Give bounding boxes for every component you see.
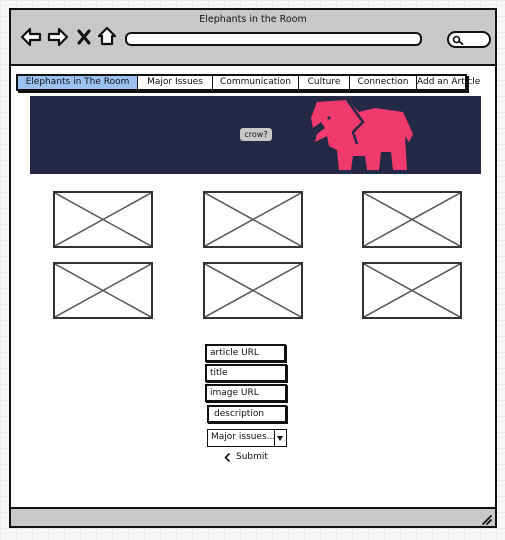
tab-culture[interactable]: Culture	[299, 76, 350, 89]
title-bar: Elephants in the Room	[11, 10, 495, 66]
article-thumbnail[interactable]	[53, 262, 153, 319]
browser-window: Elephants in the Room Elephants in The R…	[9, 8, 497, 528]
hero-badge: crow?	[240, 128, 272, 141]
category-select-value[interactable]: Major issues...	[207, 429, 275, 447]
resize-handle-icon[interactable]	[480, 513, 492, 525]
close-icon[interactable]	[77, 29, 91, 49]
elephant-logo-icon	[311, 99, 413, 170]
hero-banner: crow?	[30, 96, 481, 174]
home-icon[interactable]	[97, 26, 117, 50]
address-bar[interactable]	[125, 32, 422, 46]
search-icon	[452, 35, 464, 45]
submit-button[interactable]: Submit	[224, 451, 268, 463]
tab-connection[interactable]: Connection	[350, 76, 417, 89]
back-arrow-icon[interactable]	[20, 27, 42, 51]
article-thumbnail[interactable]	[203, 191, 303, 248]
title-field[interactable]: title	[205, 364, 287, 382]
submit-label: Submit	[236, 452, 268, 462]
article-thumbnail[interactable]	[362, 191, 462, 248]
tab-communication[interactable]: Communication	[213, 76, 299, 89]
chevron-down-icon[interactable]	[274, 429, 287, 447]
tab-major-issues[interactable]: Major Issues	[138, 76, 213, 89]
tab-elephants-in-the-room[interactable]: Elephants in The Room	[18, 76, 138, 89]
article-thumbnail[interactable]	[53, 191, 153, 248]
article-thumbnail[interactable]	[362, 262, 462, 319]
window-title: Elephants in the Room	[199, 14, 307, 25]
image-url-field[interactable]: image URL	[205, 384, 287, 402]
search-field[interactable]	[447, 31, 491, 48]
chevron-left-icon	[224, 452, 230, 462]
article-thumbnail[interactable]	[203, 262, 303, 319]
nav-tabs: Elephants in The Room Major Issues Commu…	[16, 74, 480, 91]
article-url-field[interactable]: article URL	[205, 344, 286, 362]
forward-arrow-icon[interactable]	[47, 27, 69, 51]
tab-add-an-article[interactable]: Add an Article	[417, 76, 480, 89]
status-bar	[11, 507, 495, 526]
description-field[interactable]: description	[207, 405, 287, 423]
